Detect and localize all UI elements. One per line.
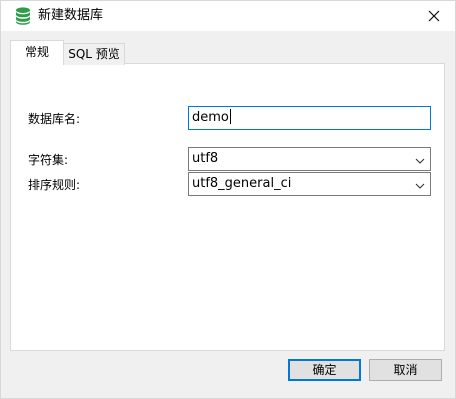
new-database-dialog: 新建数据库 常规 SQL 预览 数据库名: demo 字符集: utf8 排序规… <box>0 0 456 399</box>
general-tab-panel: 数据库名: demo 字符集: utf8 排序规则: utf8_general_… <box>10 63 445 351</box>
chevron-down-icon <box>414 178 426 190</box>
dialog-body: 常规 SQL 预览 数据库名: demo 字符集: utf8 排序规则: utf… <box>1 31 455 398</box>
ok-button[interactable]: 确定 <box>288 359 361 381</box>
collation-select[interactable]: utf8_general_ci <box>188 172 431 196</box>
db-name-field[interactable]: demo <box>188 106 431 130</box>
db-name-value: demo <box>192 110 229 125</box>
window-title: 新建数据库 <box>38 8 104 23</box>
cancel-button[interactable]: 取消 <box>369 359 442 381</box>
tab-general[interactable]: 常规 <box>10 40 64 64</box>
collation-label: 排序规则: <box>28 178 81 192</box>
title-bar[interactable]: 新建数据库 <box>1 1 455 31</box>
close-icon[interactable] <box>425 7 443 25</box>
text-caret <box>229 109 231 124</box>
charset-select[interactable]: utf8 <box>188 147 431 171</box>
database-icon <box>15 7 31 25</box>
tab-sql-preview[interactable]: SQL 预览 <box>63 43 125 65</box>
charset-label: 字符集: <box>28 153 69 167</box>
chevron-down-icon <box>414 153 426 165</box>
charset-value: utf8 <box>192 151 219 166</box>
collation-value: utf8_general_ci <box>192 176 292 191</box>
db-name-label: 数据库名: <box>28 112 81 126</box>
